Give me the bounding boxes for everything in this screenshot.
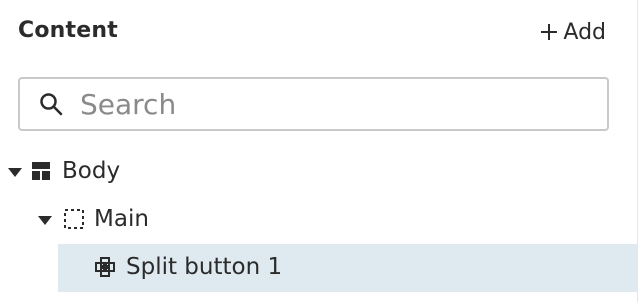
- tree-item-main[interactable]: Main: [0, 196, 638, 244]
- panel-header: Content Add: [0, 0, 638, 64]
- plus-icon: [541, 24, 558, 40]
- add-button-label: Add: [563, 19, 606, 45]
- content-tree: Body Main Split button 1: [0, 148, 638, 292]
- layout-icon: [32, 162, 50, 180]
- tree-item-label: Split button 1: [126, 254, 283, 280]
- dashed-container-icon: [64, 209, 84, 229]
- add-button[interactable]: Add: [541, 16, 606, 48]
- panel-title: Content: [18, 18, 118, 43]
- caret-down-icon[interactable]: [8, 168, 22, 177]
- content-panel: Content Add Body: [0, 0, 638, 302]
- search-input[interactable]: [78, 82, 602, 126]
- search-field[interactable]: [18, 77, 609, 131]
- split-button-icon: [94, 256, 116, 278]
- tree-item-body[interactable]: Body: [0, 148, 638, 196]
- tree-item-split-button-1[interactable]: Split button 1: [58, 244, 638, 292]
- search-icon: [38, 91, 64, 117]
- tree-item-label: Body: [62, 158, 121, 184]
- tree-item-label: Main: [94, 206, 149, 232]
- caret-down-icon[interactable]: [38, 216, 52, 225]
